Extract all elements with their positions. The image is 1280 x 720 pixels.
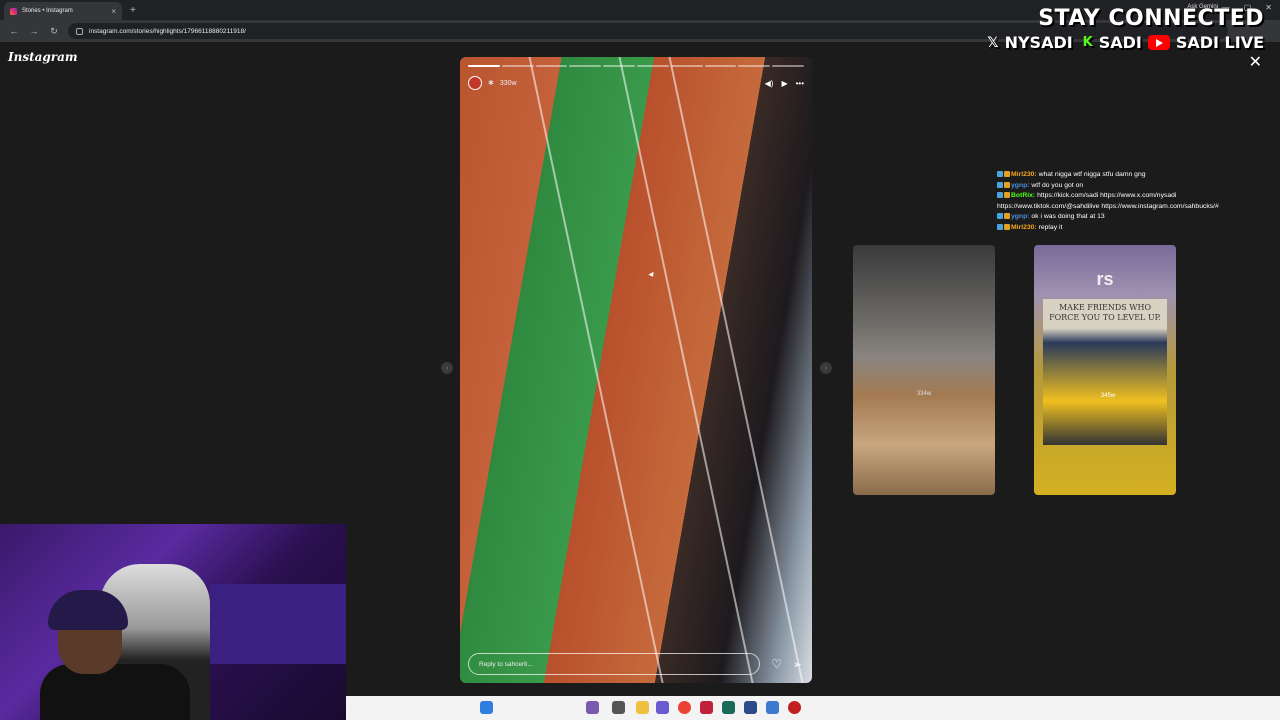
reply-placeholder: Reply to sahcerti...: [479, 660, 533, 668]
platform-badge-icon: [997, 192, 1003, 199]
taskbar-app-icon[interactable]: [700, 701, 713, 714]
next-story-thumbnail[interactable]: rs MAKE FRIENDS WHO FORCE YOU TO LEVEL U…: [1034, 245, 1176, 495]
obs-icon[interactable]: [788, 701, 801, 714]
reply-input[interactable]: Reply to sahcerti...: [468, 653, 760, 675]
overlay-headline: STAY CONNECTED: [1038, 6, 1264, 31]
site-info-icon[interactable]: [76, 27, 83, 35]
taskbar-app-icon[interactable]: [612, 701, 625, 714]
platform-badge-icon: [997, 171, 1003, 178]
progress-segment: [603, 65, 635, 67]
steam-icon[interactable]: [744, 701, 757, 714]
overlay-handles: 𝕏 NYSADI K SADI SADI LIVE: [985, 33, 1264, 52]
stream-chat: Mirl230: what nigga wtf nigga stfu damn …: [997, 170, 1267, 233]
chat-username[interactable]: Mirl230:: [1011, 224, 1039, 231]
instagram-logo[interactable]: Instagram: [8, 50, 78, 64]
new-tab-button[interactable]: +: [130, 5, 136, 16]
chat-message: ygnp: ok i was doing that at 13: [997, 212, 1267, 223]
previous-story-arrow-icon[interactable]: ‹: [441, 362, 453, 374]
chat-text: replay it: [1038, 223, 1063, 231]
back-icon[interactable]: ←: [8, 26, 20, 36]
streamer-body: [40, 664, 190, 720]
youtube-logo-icon: [1147, 35, 1170, 50]
start-menu-icon[interactable]: [480, 701, 493, 714]
chrome-icon[interactable]: [678, 701, 691, 714]
story-caption: MAKE FRIENDS WHO FORCE YOU TO LEVEL UP.: [1049, 303, 1161, 322]
taskbar-app-icon[interactable]: [586, 701, 599, 714]
reload-icon[interactable]: ↻: [48, 26, 60, 37]
screen: Stories • Instagram × + Ask Gemini — ▢ ✕…: [0, 0, 1280, 720]
youtube-handle: SADI LIVE: [1175, 33, 1264, 52]
story-image-card: MAKE FRIENDS WHO FORCE YOU TO LEVEL UP. …: [1043, 299, 1167, 445]
next-story-arrow-icon[interactable]: ›: [820, 362, 832, 374]
user-badge-icon: [1004, 171, 1010, 178]
story-header: ✱ 330w ◀) ▶ •••: [468, 75, 804, 91]
windows-taskbar: [346, 696, 1280, 720]
file-explorer-icon[interactable]: [636, 701, 649, 714]
progress-segment: [704, 65, 737, 67]
taskbar-app-icon[interactable]: [766, 701, 779, 714]
chat-message: ygnp: wtf do you got on: [997, 181, 1267, 192]
platform-badge-icon: [997, 213, 1003, 220]
platform-badge-icon: [997, 181, 1003, 188]
like-heart-icon[interactable]: ♡: [771, 657, 782, 671]
next-story-thumbnail[interactable]: 334w: [853, 245, 995, 495]
progress-segment: [569, 65, 602, 67]
chat-text: what nigga wtf nigga stfu damn gng: [1038, 171, 1146, 178]
chat-text: wtf do you got on: [1031, 181, 1084, 189]
story-age: 334w: [916, 391, 932, 397]
url-text: instagram.com/stories/highlights/1796611…: [89, 27, 246, 35]
kick-handle: SADI: [1098, 33, 1142, 52]
mute-icon[interactable]: ◀): [765, 79, 774, 88]
chat-message: Mirl230: replay it: [997, 223, 1267, 234]
progress-segment: [670, 65, 703, 67]
user-badge-icon: [1004, 223, 1010, 230]
user-badge-icon: [1004, 181, 1010, 188]
taskbar-app-icon[interactable]: [656, 701, 669, 714]
x-logo-icon: 𝕏: [987, 34, 999, 51]
x-handle: NYSADI: [1004, 33, 1073, 52]
user-badge-icon: [1004, 213, 1010, 220]
chat-username[interactable]: ygnp:: [1011, 182, 1031, 189]
share-send-icon[interactable]: ➢: [793, 658, 802, 671]
streamer-webcam: [0, 524, 346, 720]
progress-segment: [535, 65, 568, 67]
tab-instagram-stories[interactable]: Stories • Instagram ×: [4, 2, 122, 20]
kick-logo-icon: K: [1082, 34, 1093, 50]
story-progress-bar: [468, 65, 804, 67]
progress-segment: [468, 65, 500, 67]
progress-segment: [738, 65, 771, 67]
progress-segment: [772, 65, 804, 67]
close-stories-button[interactable]: ✕: [1249, 52, 1262, 72]
taskbar-app-icon[interactable]: [722, 701, 735, 714]
play-icon[interactable]: ▶: [781, 79, 787, 88]
chat-message: BotRix: https://kick.com/sadi https://ww…: [997, 191, 1267, 212]
close-window-icon[interactable]: ✕: [1265, 3, 1272, 12]
progress-segment: [501, 65, 534, 67]
chat-message: Mirl230: what nigga wtf nigga stfu damn …: [997, 170, 1267, 181]
chat-username[interactable]: BotRix:: [1011, 192, 1037, 199]
avatar[interactable]: [468, 76, 482, 90]
chat-text: ok i was doing that at 13: [1031, 213, 1105, 221]
story-video-frame: [460, 57, 812, 683]
story-age: 330w: [499, 79, 517, 87]
platform-badge-icon: [997, 223, 1003, 230]
tab-title: Stories • Instagram: [22, 8, 73, 14]
instagram-favicon-icon: [10, 7, 17, 15]
active-story[interactable]: ✱ 330w ◀) ▶ ••• Reply to sahcerti... ♡ ➢: [460, 57, 812, 683]
more-options-icon[interactable]: •••: [796, 79, 804, 88]
user-badge-icon: [1004, 192, 1010, 199]
webcam-background: [210, 584, 346, 664]
forward-icon[interactable]: →: [28, 26, 40, 36]
story-title: rs: [1096, 269, 1114, 289]
stream-socials-overlay: STAY CONNECTED 𝕏 NYSADI K SADI SADI LIVE: [985, 6, 1264, 52]
story-age: 345w: [1100, 393, 1116, 399]
verified-icon: ✱: [488, 80, 494, 87]
chat-username[interactable]: ygnp:: [1011, 213, 1031, 220]
story-controls: ◀) ▶ •••: [765, 79, 804, 88]
chat-username[interactable]: Mirl230:: [1011, 171, 1039, 178]
close-tab-icon[interactable]: ×: [111, 7, 116, 16]
progress-segment: [636, 65, 669, 67]
